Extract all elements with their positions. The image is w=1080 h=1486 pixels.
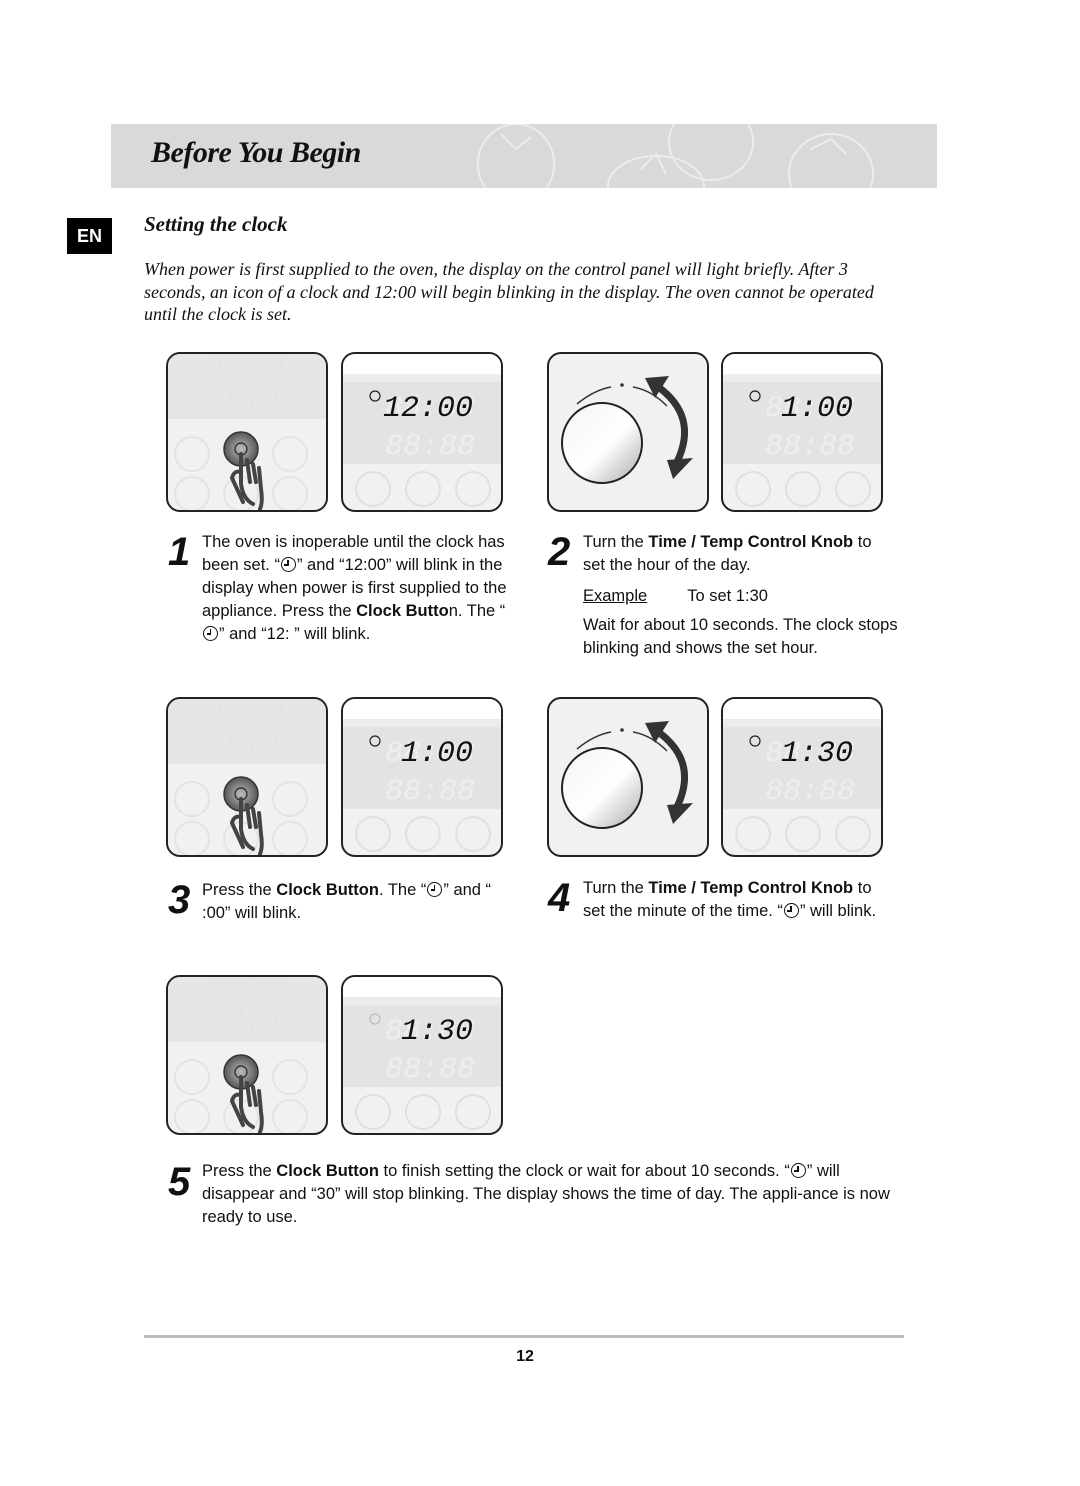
clock-display-readout: 1:00: [781, 392, 853, 426]
panel-button-icon: [272, 1059, 308, 1095]
panel-button-icon: [272, 476, 308, 510]
display-readout: 88:88: [208, 382, 298, 416]
panel-button-icon: [174, 476, 210, 510]
panel-top: [343, 699, 501, 719]
panel-top: [343, 977, 501, 997]
rotate-arrow-icon: [654, 383, 688, 464]
display-readout: 88:88: [765, 775, 855, 809]
example-label: Example: [583, 587, 648, 605]
control-panel-press-clock-step5: 88:88 88:88: [166, 975, 328, 1135]
clock-display-readout: 1:00: [401, 737, 473, 771]
section-title: Setting the clock: [144, 212, 288, 236]
arrow-head-icon: [667, 458, 693, 479]
clock-display-readout: 1:30: [401, 1015, 473, 1049]
display-readout: 88:88: [208, 354, 286, 376]
panel-button-icon: [735, 816, 771, 852]
display-panel-step4: 88:88 1:30 88:88: [721, 697, 883, 857]
clock-display-readout: 1:30: [781, 737, 853, 771]
panel-button-icon: [405, 816, 441, 852]
step-5-text: Press the Clock Button to finish setting…: [202, 1162, 890, 1226]
intro-paragraph: When power is first supplied to the oven…: [144, 259, 874, 324]
step-4-text: Turn the Time / Temp Control Knob to set…: [583, 879, 877, 920]
panel-button-icon: [405, 471, 441, 507]
panel-button-icon: [455, 471, 491, 507]
step-2-text: Turn the Time / Temp Control Knob to set…: [583, 531, 898, 660]
step-number: 3: [168, 878, 191, 922]
panel-button-icon: [174, 821, 210, 855]
panel-button-icon: [735, 471, 771, 507]
panel-strip: [723, 374, 881, 382]
display-panel-step1: 88:88 12:00 88:88: [341, 352, 503, 512]
display-readout: 88:88: [208, 1005, 298, 1039]
clock-icon: [280, 557, 296, 572]
step-number: 4: [548, 876, 571, 920]
section-banner: Before You Begin: [111, 124, 937, 188]
panel-top: [723, 354, 881, 374]
panel-button-icon: [174, 1099, 210, 1133]
panel-button-icon: [835, 471, 871, 507]
example-value: To set 1:30: [687, 587, 768, 605]
display-panel-step3: 88:88 1:00 88:88: [341, 697, 503, 857]
display-readout: 88:88: [208, 977, 286, 999]
display-panel-step5: 88:88 1:30 88:88: [341, 975, 503, 1135]
scale-arc: [576, 731, 612, 750]
scale-arc: [576, 386, 612, 405]
language-badge: EN: [67, 218, 112, 254]
panel-strip: [723, 719, 881, 727]
panel-strip: [343, 719, 501, 727]
control-panel-press-clock-step3: 88:88 88:88: [166, 697, 328, 857]
page-number: 12: [516, 1348, 534, 1365]
panel-button-icon: [272, 1099, 308, 1133]
panel-button-icon: [355, 471, 391, 507]
step-1-text: The oven is inoperable until the clock h…: [202, 533, 507, 643]
display-readout: 88:88: [385, 430, 475, 464]
step-2-note: Wait for about 10 seconds. The clock sto…: [583, 616, 898, 657]
panel-button-icon: [405, 1094, 441, 1130]
panel-button-icon: [785, 816, 821, 852]
panel-button-icon: [272, 436, 308, 472]
panel-button-icon: [174, 1059, 210, 1095]
panel-button-icon: [174, 781, 210, 817]
panel-top: [343, 354, 501, 374]
panel-button-icon: [355, 816, 391, 852]
clock-icon: [783, 903, 799, 918]
panel-button-icon: [355, 1094, 391, 1130]
arrow-head-icon: [667, 803, 693, 824]
knob-panel-step2: [547, 352, 709, 512]
step-number: 1: [168, 530, 191, 574]
panel-button-icon: [272, 781, 308, 817]
panel-button-icon: [785, 471, 821, 507]
panel-strip: [343, 374, 501, 382]
clock-display-readout: 12:00: [383, 392, 473, 426]
step-3-text: Press the Clock Button. The “” and “ :00…: [202, 881, 492, 922]
display-readout: 88:88: [208, 727, 298, 761]
control-panel-press-clock: 88:88 88:88: [166, 352, 328, 512]
step-number: 5: [168, 1160, 191, 1204]
display-readout: 88:88: [208, 699, 286, 721]
clock-icon: [427, 882, 443, 897]
display-readout: 88:88: [765, 430, 855, 464]
panel-button-icon: [455, 1094, 491, 1130]
display-panel-step2: 88:88 1:00 88:88: [721, 352, 883, 512]
step-number: 2: [548, 530, 571, 574]
panel-button-icon: [455, 816, 491, 852]
knob-panel-step4: [547, 697, 709, 857]
footer-divider: [144, 1335, 904, 1338]
panel-strip: [343, 997, 501, 1005]
display-readout: 88:88: [385, 775, 475, 809]
time-temp-knob-icon: [561, 747, 643, 829]
clock-icon: [203, 626, 218, 641]
clock-icon: [790, 1163, 806, 1178]
scale-dot: [620, 728, 624, 732]
rotate-arrow-icon: [654, 728, 688, 809]
scale-dot: [620, 383, 624, 387]
page-header-title: Before You Begin: [151, 136, 361, 169]
panel-button-icon: [272, 821, 308, 855]
panel-button-icon: [835, 816, 871, 852]
panel-button-icon: [174, 436, 210, 472]
time-temp-knob-icon: [561, 402, 643, 484]
display-readout: 88:88: [385, 1053, 475, 1087]
panel-top: [723, 699, 881, 719]
